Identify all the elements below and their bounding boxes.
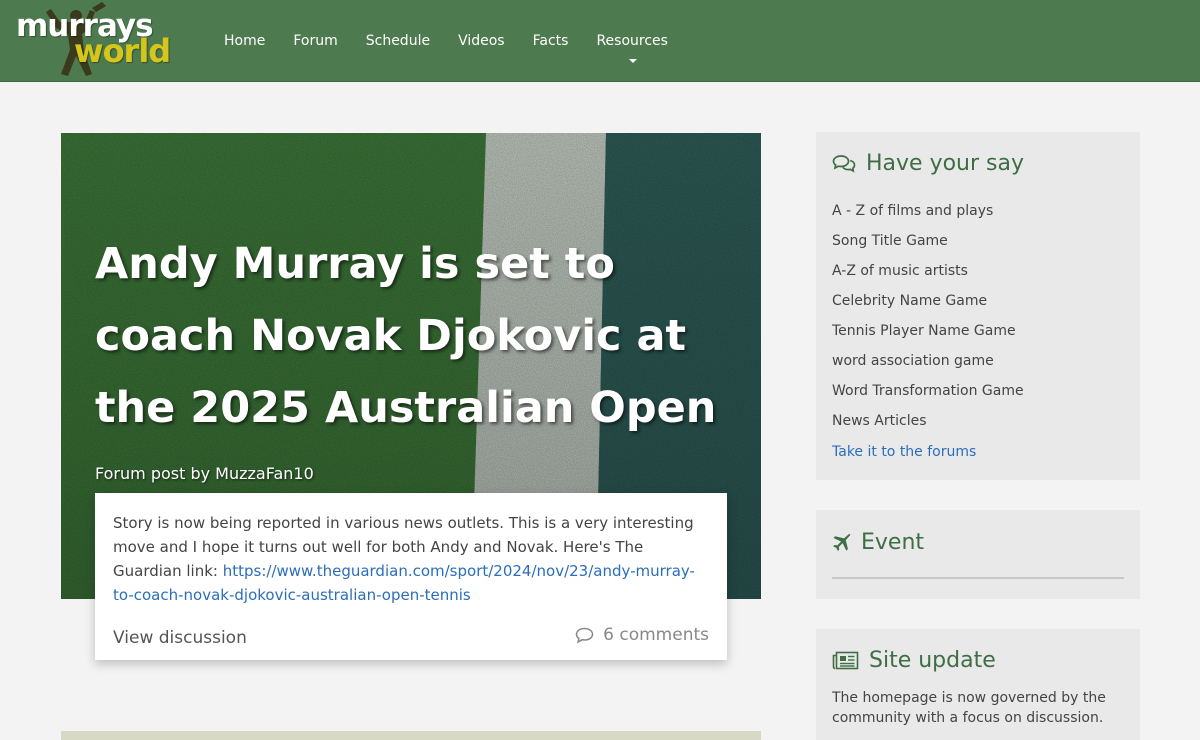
logo-text-world: world bbox=[74, 32, 171, 70]
event-panel: Event bbox=[816, 510, 1140, 599]
comments-icon bbox=[832, 154, 856, 173]
feature-byline: Forum post by MuzzaFan10 bbox=[95, 464, 314, 483]
site-header: murrays world Home Forum Schedule Videos… bbox=[0, 0, 1200, 82]
post-excerpt-card: Story is now being reported in various n… bbox=[95, 493, 727, 660]
nav-forum[interactable]: Forum bbox=[279, 0, 351, 82]
site-update-text: The homepage is now governed by the comm… bbox=[832, 690, 1106, 726]
forum-topic-list: A - Z of films and plays Song Title Game… bbox=[832, 196, 1024, 436]
forum-topic-item[interactable]: News Articles bbox=[832, 406, 1024, 436]
site-update-heading: Site update bbox=[832, 648, 996, 673]
event-title: Event bbox=[861, 530, 925, 555]
nav-home-label: Home bbox=[224, 33, 266, 49]
have-your-say-panel: Have your say A - Z of films and plays S… bbox=[816, 132, 1140, 480]
forum-topic-item[interactable]: word association game bbox=[832, 346, 1024, 376]
have-your-say-heading: Have your say bbox=[832, 151, 1024, 176]
forum-topic-item[interactable]: A - Z of films and plays bbox=[832, 196, 1024, 226]
forum-topic-item[interactable]: Word Transformation Game bbox=[832, 376, 1024, 406]
site-update-title: Site update bbox=[869, 648, 996, 673]
nav-home[interactable]: Home bbox=[210, 0, 279, 82]
feature-title[interactable]: Andy Murray is set to coach Novak Djokov… bbox=[95, 228, 735, 444]
plane-icon bbox=[833, 533, 851, 552]
forum-topic-item[interactable]: Song Title Game bbox=[832, 226, 1024, 256]
forum-topic-item[interactable]: Celebrity Name Game bbox=[832, 286, 1024, 316]
post-excerpt: Story is now being reported in various n… bbox=[113, 511, 713, 607]
nav-videos-label: Videos bbox=[458, 33, 505, 49]
nav-facts-label: Facts bbox=[532, 33, 569, 49]
have-your-say-title: Have your say bbox=[866, 151, 1024, 176]
comment-bubble-icon bbox=[575, 627, 594, 643]
next-post-image-peek[interactable] bbox=[61, 731, 761, 740]
nav-schedule[interactable]: Schedule bbox=[352, 0, 444, 82]
site-logo[interactable]: murrays world bbox=[14, 2, 184, 80]
site-update-panel: Site update The homepage is now governed… bbox=[816, 629, 1140, 740]
nav-schedule-label: Schedule bbox=[365, 33, 431, 49]
nav-resources-label: Resources bbox=[596, 33, 668, 49]
comments-count[interactable]: 6 comments bbox=[575, 625, 709, 645]
main-nav: Home Forum Schedule Videos Facts Resourc… bbox=[210, 0, 682, 82]
forum-topic-item[interactable]: Tennis Player Name Game bbox=[832, 316, 1024, 346]
event-divider bbox=[832, 577, 1124, 579]
comments-label: 6 comments bbox=[603, 625, 709, 645]
nav-resources[interactable]: Resources bbox=[582, 0, 682, 82]
forum-topic-item[interactable]: A-Z of music artists bbox=[832, 256, 1024, 286]
take-it-to-forums-link[interactable]: Take it to the forums bbox=[832, 444, 976, 460]
caret-down-icon bbox=[629, 59, 638, 63]
nav-forum-label: Forum bbox=[293, 33, 338, 49]
nav-videos[interactable]: Videos bbox=[444, 0, 519, 82]
nav-facts[interactable]: Facts bbox=[519, 0, 583, 82]
newspaper-icon bbox=[832, 651, 859, 670]
view-discussion-link[interactable]: View discussion bbox=[113, 628, 247, 648]
event-heading: Event bbox=[832, 530, 924, 555]
